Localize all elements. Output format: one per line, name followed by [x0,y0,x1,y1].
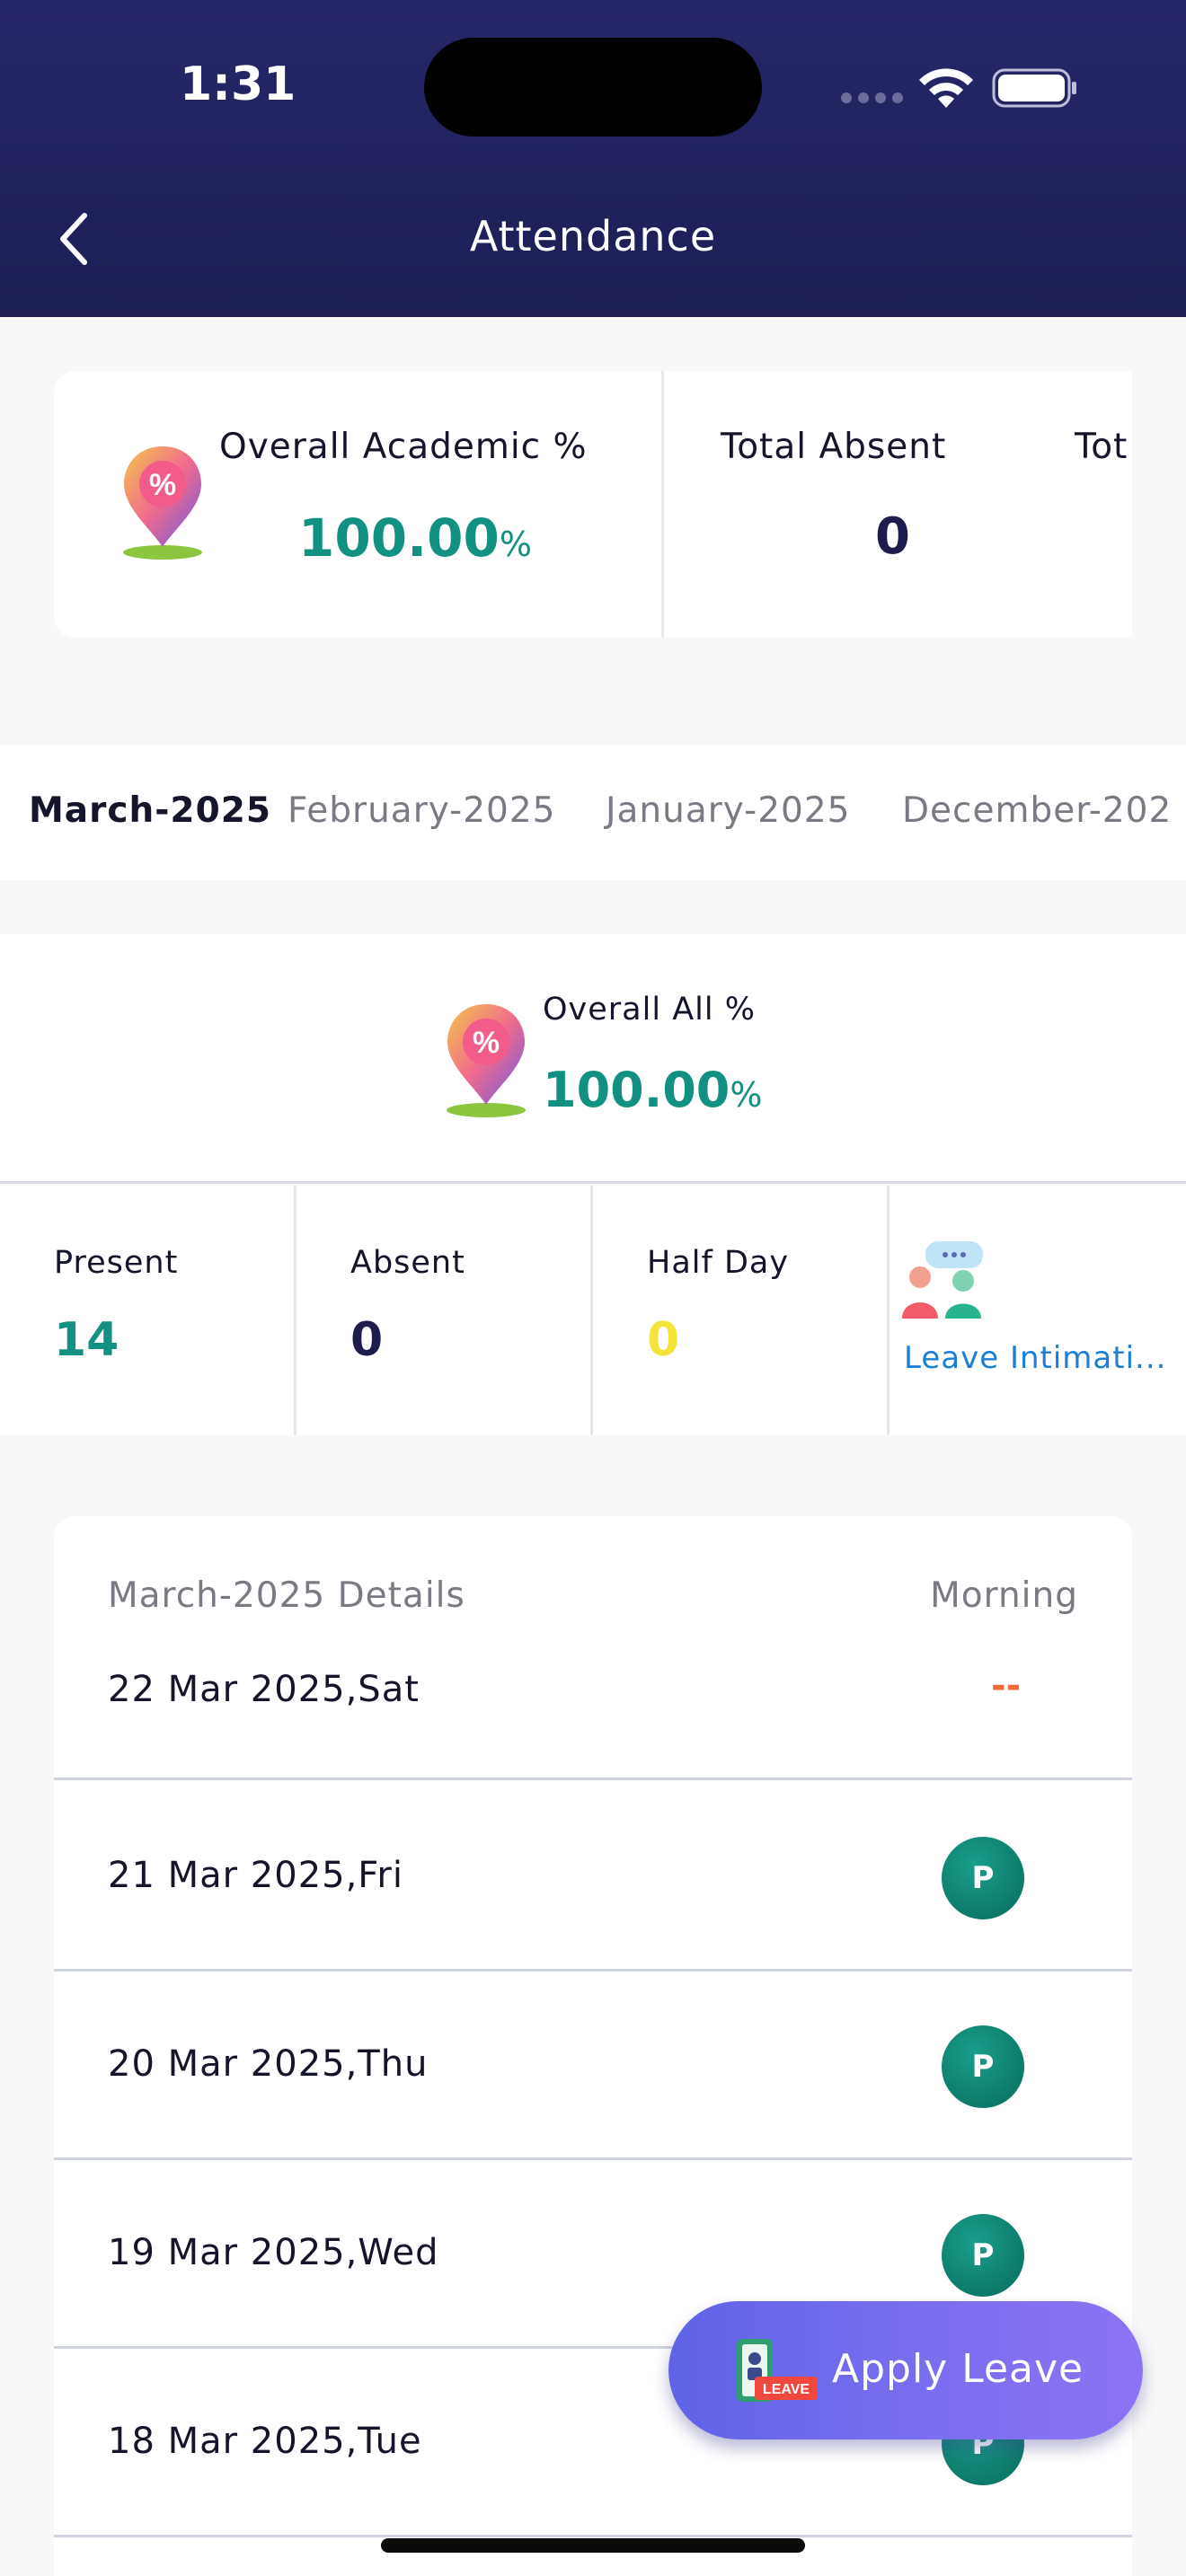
half-day-value: 0 [647,1313,680,1367]
leave-intimation-icon[interactable] [898,1239,988,1322]
tab-december-2024[interactable]: December-202 [902,790,1172,831]
page-title: Attendance [469,212,717,260]
leave-document-icon: LEAVE [737,2339,818,2402]
tab-february-2025[interactable]: February-2025 [288,790,555,831]
academic-percent-value: 100.00% [298,507,532,569]
apply-leave-button[interactable]: LEAVE Apply Leave [668,2301,1143,2439]
row-date: 18 Mar 2025,Tue [108,2421,422,2462]
attendance-stats-row: Present 14 Absent 0 Half Day 0 Leave Int… [0,1186,1186,1435]
month-tabs: March-2025 February-2025 January-2025 De… [0,745,1186,880]
present-label: Present [54,1245,179,1281]
row-date: 22 Mar 2025,Sat [108,1669,420,1710]
table-row[interactable]: 21 Mar 2025,Fri P [54,1783,1132,1972]
morning-column-header: Morning [930,1575,1078,1616]
cellular-signal-icon [841,90,909,107]
table-row[interactable]: 22 Mar 2025,Sat -- [54,1615,1132,1780]
home-indicator[interactable] [381,2538,805,2553]
svg-text:%: % [473,1026,500,1060]
summary-next-label: Tot [1075,427,1128,467]
battery-icon [992,68,1076,108]
academic-percent-label: Overall Academic % [219,427,588,467]
total-absent-label: Total Absent [721,427,947,467]
overall-section: % Overall All % 100.00% [0,934,1186,1184]
present-value: 14 [54,1313,119,1367]
summary-card: % Overall Academic % 100.00% Total Absen… [54,371,1132,638]
leave-icon-text: LEAVE [763,2382,810,2397]
table-row[interactable]: 20 Mar 2025,Thu P [54,1972,1132,2160]
tab-january-2025[interactable]: January-2025 [606,790,851,831]
absent-value: 0 [350,1313,384,1367]
present-badge: P [942,1837,1024,1919]
overall-all-value: 100.00% [543,1062,763,1118]
wifi-icon [919,68,973,108]
details-header: March-2025 Details [108,1575,465,1616]
present-badge: P [942,2214,1024,2297]
row-status-none: -- [991,1665,1022,1707]
svg-text:%: % [149,468,176,502]
dynamic-island [424,38,762,137]
row-date: 21 Mar 2025,Fri [108,1855,403,1896]
row-date: 19 Mar 2025,Wed [108,2232,439,2273]
percentage-pin-icon: % [123,446,202,560]
percentage-pin-icon: % [447,1004,526,1117]
overall-all-label: Overall All % [543,992,756,1028]
app-header: 1:31 Attendance [0,0,1186,317]
half-day-label: Half Day [647,1245,790,1281]
present-badge: P [942,2025,1024,2108]
absent-label: Absent [350,1245,465,1281]
apply-leave-label: Apply Leave [832,2346,1084,2392]
stat-present: Present 14 [0,1186,296,1435]
leave-intimation-link[interactable]: Leave Intimati... [904,1340,1166,1376]
row-date: 20 Mar 2025,Thu [108,2043,429,2085]
stat-half-day: Half Day 0 [593,1186,890,1435]
total-absent-value: 0 [875,507,910,566]
tab-march-2025[interactable]: March-2025 [29,790,271,831]
summary-divider [661,371,664,638]
status-time: 1:31 [180,57,296,111]
stat-absent: Absent 0 [296,1186,593,1435]
